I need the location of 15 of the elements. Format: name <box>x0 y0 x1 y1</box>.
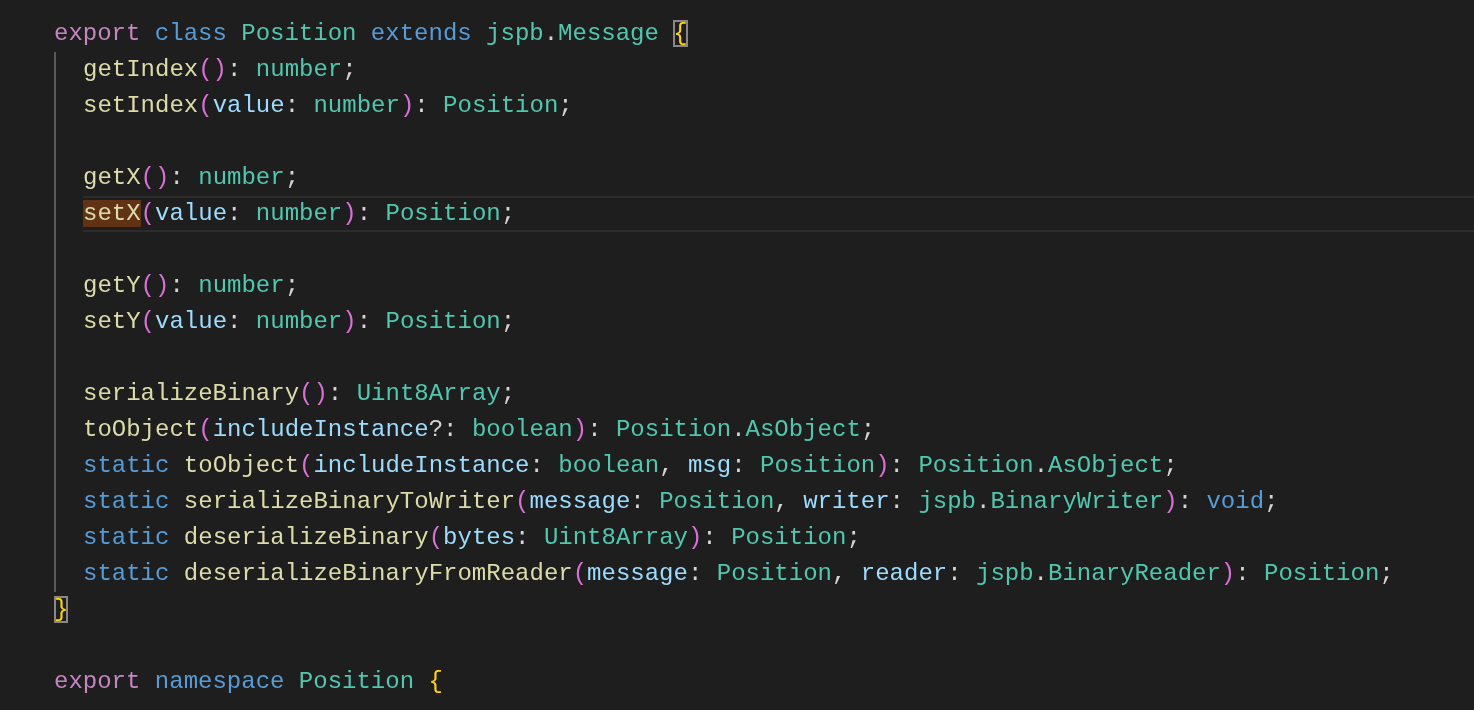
code-line: setIndex(value: number): Position; <box>83 91 574 121</box>
code-line: getY(): number; <box>83 271 301 301</box>
code-line: setY(value: number): Position; <box>83 307 517 337</box>
code-line: static toObject(includeInstance: boolean, msg: Position): Position.AsObject; <box>83 451 1179 481</box>
code-line: static deserializeBinaryFromReader(message: Position, reader: jspb.BinaryReader): Position; <box>83 559 1395 589</box>
code-line: getIndex(): number; <box>83 55 358 85</box>
code-line: static deserializeBinary(bytes: Uint8Array): Position; <box>83 523 862 553</box>
code-line: export namespace Position { <box>54 667 444 697</box>
code-line: export class Position extends jspb.Message { <box>54 19 689 49</box>
code-line: } <box>54 595 70 625</box>
code-line: setX(value: number): Position; <box>83 196 1474 232</box>
code-line: static serializeBinaryToWriter(message: Position, writer: jspb.BinaryWriter): void; <box>83 487 1280 517</box>
code-line: serializeBinary(): Uint8Array; <box>83 379 517 409</box>
code-line: toObject(includeInstance?: boolean): Position.AsObject; <box>83 415 877 445</box>
code-line: getX(): number; <box>83 163 301 193</box>
